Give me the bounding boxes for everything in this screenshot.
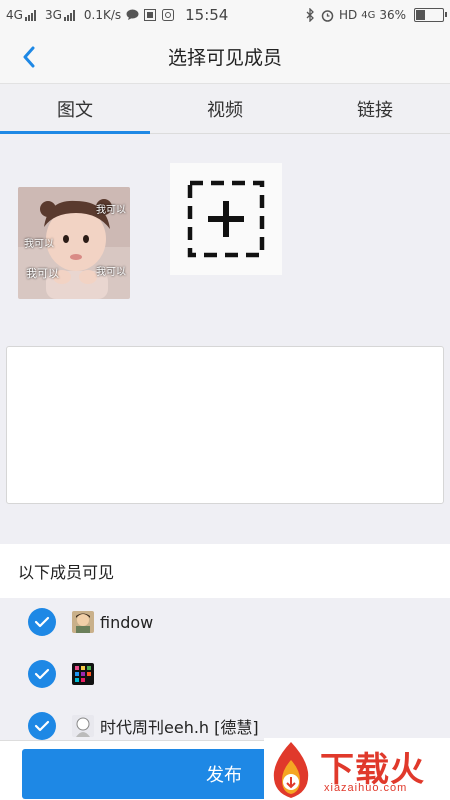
tab-label: 图文 bbox=[57, 99, 93, 121]
visible-members-header: 以下成员可见 bbox=[0, 544, 450, 598]
watermark: 下载火 xiazaihuo.com bbox=[264, 738, 450, 800]
member-list: findow 时代周刊eeh.h [德慧] bbox=[0, 598, 450, 748]
battery-percent: 36% bbox=[379, 8, 406, 22]
tab-link[interactable]: 链接 bbox=[300, 84, 450, 133]
checkbox-checked-icon[interactable] bbox=[28, 608, 56, 636]
avatar bbox=[72, 663, 94, 685]
selected-photo-thumbnail[interactable]: 我可以 我可以 我可以 我可以 bbox=[18, 187, 130, 299]
tab-label: 视频 bbox=[207, 99, 243, 121]
add-media-button[interactable] bbox=[170, 163, 282, 275]
network-indicator-1: 4G bbox=[6, 8, 41, 22]
signal-icon bbox=[63, 9, 76, 21]
visible-members-label: 以下成员可见 bbox=[18, 563, 115, 582]
status-bar: 4G 3G 0.1K/s 15:54 HD 4G 36% bbox=[0, 0, 450, 30]
net-speed: 0.1K/s bbox=[83, 8, 122, 22]
photo-caption: 我可以 bbox=[96, 205, 126, 216]
tab-image-text[interactable]: 图文 bbox=[0, 84, 150, 134]
checkbox-checked-icon[interactable] bbox=[28, 712, 56, 740]
watermark-url: xiazaihuo.com bbox=[324, 782, 408, 794]
chevron-left-icon bbox=[23, 46, 35, 68]
alarm-icon bbox=[321, 8, 335, 22]
page-title: 选择可见成员 bbox=[167, 47, 282, 69]
tab-label: 链接 bbox=[357, 99, 393, 121]
app-notification-icon-2 bbox=[161, 8, 175, 22]
tab-video[interactable]: 视频 bbox=[150, 84, 300, 133]
message-icon bbox=[125, 8, 139, 22]
network-indicator-3: 4G bbox=[361, 9, 376, 21]
checkbox-checked-icon[interactable] bbox=[28, 660, 56, 688]
signal-icon bbox=[24, 9, 37, 21]
member-name: 时代周刊eeh.h [德慧] bbox=[100, 718, 259, 737]
post-text-input[interactable] bbox=[6, 346, 444, 504]
publish-label: 发布 bbox=[206, 765, 242, 786]
avatar bbox=[72, 715, 94, 737]
list-item[interactable]: findow bbox=[0, 602, 450, 642]
list-item[interactable] bbox=[0, 654, 450, 694]
battery-icon bbox=[414, 8, 447, 22]
media-area: 我可以 我可以 我可以 我可以 bbox=[0, 135, 450, 335]
clock: 15:54 bbox=[185, 6, 229, 24]
content-type-tabs: 图文 视频 链接 bbox=[0, 84, 450, 134]
back-button[interactable] bbox=[14, 42, 44, 72]
avatar bbox=[72, 611, 94, 633]
photo-caption: 我可以 bbox=[24, 239, 54, 250]
photo-caption: 我可以 bbox=[96, 267, 126, 278]
network-indicator-2: 3G bbox=[45, 8, 80, 22]
member-name: findow bbox=[100, 612, 154, 632]
hd-indicator: HD bbox=[338, 8, 358, 22]
flame-logo-icon bbox=[273, 742, 309, 798]
app-notification-icon bbox=[143, 8, 157, 22]
bluetooth-icon bbox=[303, 8, 317, 22]
add-media-icon bbox=[187, 180, 265, 258]
photo-caption: 我可以 bbox=[26, 267, 59, 280]
navigation-bar: 选择可见成员 bbox=[0, 30, 450, 84]
